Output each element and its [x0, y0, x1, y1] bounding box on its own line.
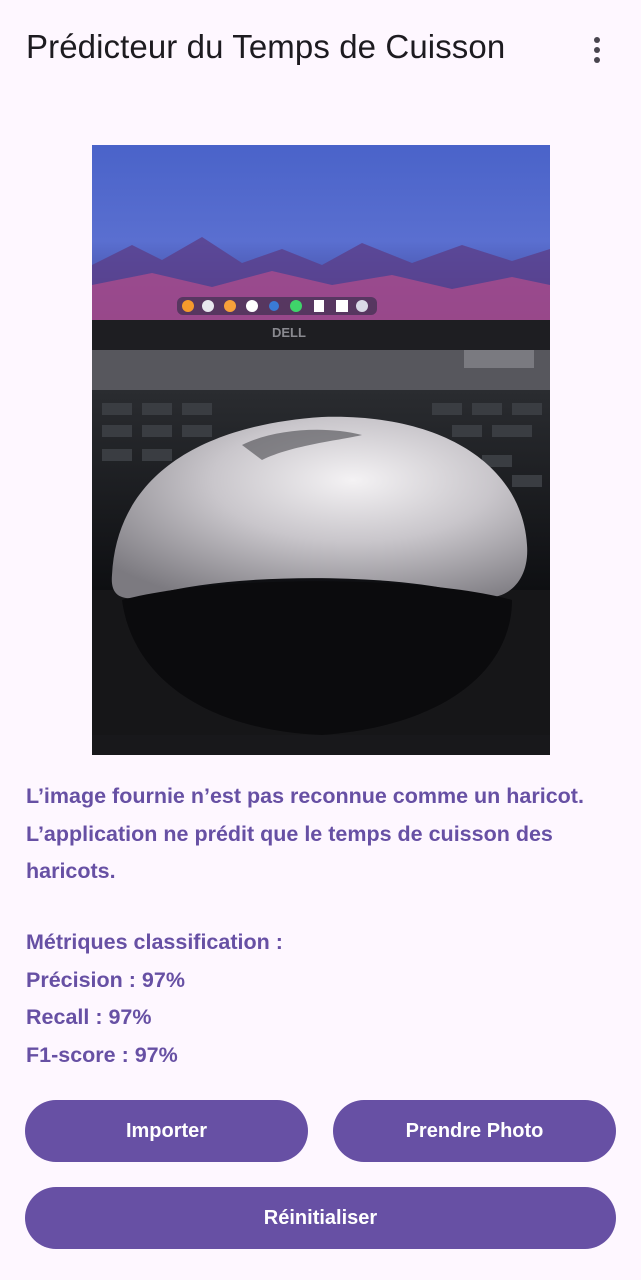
metric-precision: Précision : 97% [26, 967, 185, 992]
prediction-message: L’image fournie n’est pas reconnue comme… [26, 784, 584, 883]
reset-button[interactable]: Réinitialiser [25, 1187, 616, 1249]
take-photo-button[interactable]: Prendre Photo [333, 1100, 616, 1162]
app-title: Prédicteur du Temps de Cuisson [26, 28, 506, 65]
metrics-heading: Métriques classification : [26, 930, 283, 954]
overflow-menu-button[interactable] [577, 30, 617, 70]
svg-text:DELL: DELL [272, 325, 306, 340]
more-vert-icon [594, 37, 600, 63]
metrics-panel: Métriques classification : Précision : 9… [26, 924, 283, 1074]
metric-recall: Recall : 97% [26, 1005, 152, 1029]
top-app-bar: Prédicteur du Temps de Cuisson [0, 0, 641, 100]
metric-f1: F1-score : 97% [26, 1042, 178, 1067]
selected-image: DELL [92, 145, 550, 755]
import-button[interactable]: Importer [25, 1100, 308, 1162]
